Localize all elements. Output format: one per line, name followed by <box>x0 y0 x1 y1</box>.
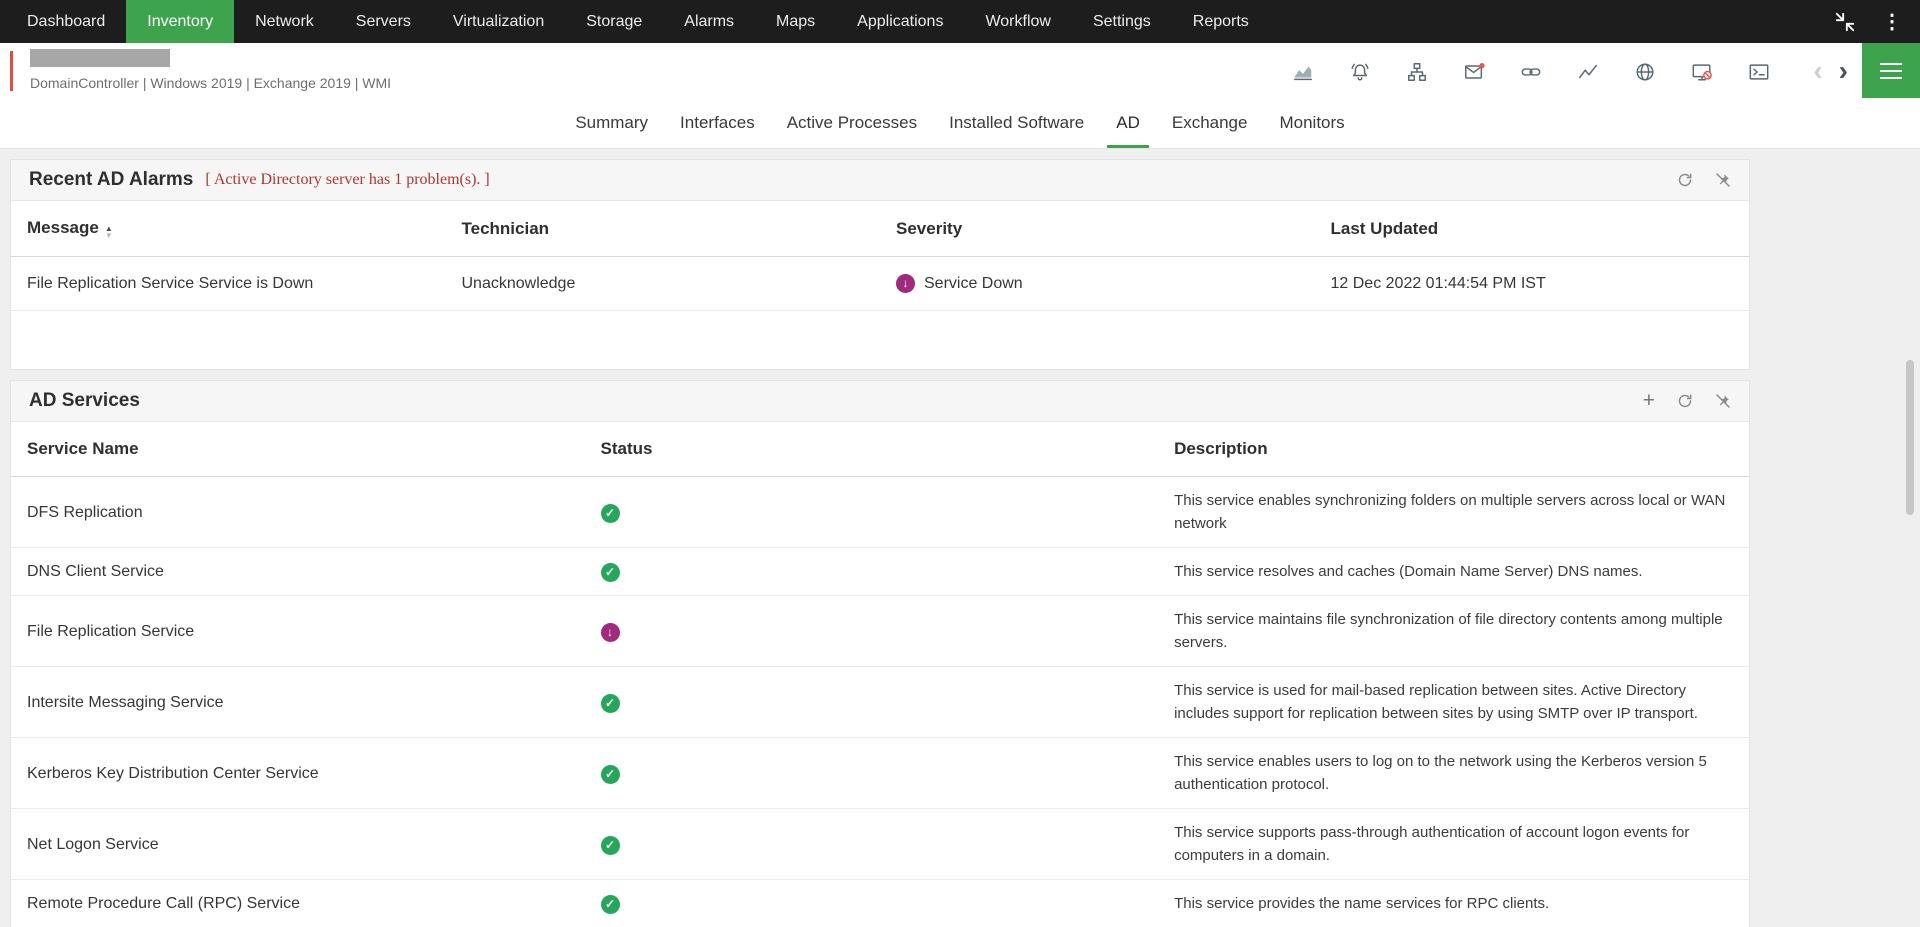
unpin-icon[interactable] <box>1715 172 1731 188</box>
status-up-icon: ✓ <box>601 836 620 855</box>
refresh-icon[interactable] <box>1677 393 1693 409</box>
status-up-icon: ✓ <box>601 504 620 523</box>
nav-item-applications[interactable]: Applications <box>836 0 964 43</box>
device-tabbar: Summary Interfaces Active Processes Inst… <box>0 98 1920 149</box>
nav-item-alarms[interactable]: Alarms <box>663 0 755 43</box>
service-description: This service resolves and caches (Domain… <box>1158 548 1749 596</box>
ad-service-row[interactable]: Intersite Messaging Service ✓ This servi… <box>11 667 1749 738</box>
alarm-last-updated: 12 Dec 2022 01:44:54 PM IST <box>1315 257 1750 311</box>
alarm-message: File Replication Service Service is Down <box>11 257 446 311</box>
terminal-icon[interactable] <box>1748 61 1770 83</box>
tab-summary[interactable]: Summary <box>566 98 657 148</box>
column-header-last-updated[interactable]: Last Updated <box>1315 201 1750 257</box>
service-description: This service enables users to log on to … <box>1158 738 1749 809</box>
status-up-icon: ✓ <box>601 563 620 582</box>
tab-exchange[interactable]: Exchange <box>1163 98 1257 148</box>
service-name: File Replication Service <box>11 596 585 667</box>
tab-active-processes[interactable]: Active Processes <box>778 98 926 148</box>
nav-item-workflow[interactable]: Workflow <box>964 0 1072 43</box>
nav-item-storage[interactable]: Storage <box>565 0 663 43</box>
device-pager: ‹ › <box>1813 57 1848 85</box>
nav-item-dashboard[interactable]: Dashboard <box>6 0 126 43</box>
service-description: This service is used for mail-based repl… <box>1158 667 1749 738</box>
device-name-redacted <box>30 49 170 67</box>
column-header-severity[interactable]: Severity <box>880 201 1315 257</box>
area-chart-icon[interactable] <box>1292 61 1314 83</box>
service-name: DNS Client Service <box>11 548 585 596</box>
alarm-bell-icon[interactable] <box>1349 61 1371 83</box>
nav-item-reports[interactable]: Reports <box>1172 0 1270 43</box>
ad-services-panel: AD Services + Service Name Status Descri… <box>10 380 1750 927</box>
status-up-icon: ✓ <box>601 895 620 914</box>
alarm-technician: Unacknowledge <box>446 257 881 311</box>
tab-installed-software[interactable]: Installed Software <box>940 98 1093 148</box>
ad-service-row[interactable]: Remote Procedure Call (RPC) Service ✓ Th… <box>11 880 1749 927</box>
severity-down-icon: ↓ <box>896 274 915 293</box>
status-up-icon: ✓ <box>601 694 620 713</box>
vertical-scrollbar[interactable] <box>1906 360 1914 515</box>
column-header-service-name: Service Name <box>11 422 585 477</box>
device-header: DomainController | Windows 2019 | Exchan… <box>0 43 1920 98</box>
ad-service-row[interactable]: DNS Client Service ✓ This service resolv… <box>11 548 1749 596</box>
nav-item-virtualization[interactable]: Virtualization <box>432 0 565 43</box>
ad-services-table: Service Name Status Description DFS Repl… <box>11 422 1749 927</box>
ad-service-row[interactable]: Kerberos Key Distribution Center Service… <box>11 738 1749 809</box>
status-up-icon: ✓ <box>601 765 620 784</box>
alarm-severity-label: Service Down <box>924 272 1023 295</box>
severity-accent-bar <box>10 51 13 91</box>
tab-ad[interactable]: AD <box>1107 98 1149 148</box>
service-name: Remote Procedure Call (RPC) Service <box>11 880 585 927</box>
panel-title: Recent AD Alarms <box>29 169 193 191</box>
nav-item-network[interactable]: Network <box>234 0 335 43</box>
service-name: Intersite Messaging Service <box>11 667 585 738</box>
monitor-disabled-icon[interactable] <box>1691 61 1713 83</box>
link-icon[interactable] <box>1520 61 1542 83</box>
chevron-right-icon[interactable]: › <box>1839 57 1848 85</box>
nav-item-servers[interactable]: Servers <box>335 0 432 43</box>
service-name: Net Logon Service <box>11 809 585 880</box>
nav-item-settings[interactable]: Settings <box>1072 0 1172 43</box>
nav-item-maps[interactable]: Maps <box>755 0 836 43</box>
ad-service-row[interactable]: File Replication Service ↓ This service … <box>11 596 1749 667</box>
globe-icon[interactable] <box>1634 61 1656 83</box>
unpin-icon[interactable] <box>1715 393 1731 409</box>
panel-title: AD Services <box>29 390 140 412</box>
sort-icon: ▲▼ <box>105 225 113 239</box>
service-description: This service supports pass-through authe… <box>1158 809 1749 880</box>
top-navbar: Dashboard Inventory Network Servers Virt… <box>0 0 1920 43</box>
empty-area <box>11 311 1749 369</box>
ad-service-row[interactable]: DFS Replication ✓ This service enables s… <box>11 477 1749 548</box>
nav-item-inventory[interactable]: Inventory <box>126 0 234 43</box>
device-toolbar <box>1292 61 1770 83</box>
chevron-left-icon[interactable]: ‹ <box>1813 57 1822 85</box>
breadcrumb: DomainController | Windows 2019 | Exchan… <box>30 75 391 91</box>
refresh-icon[interactable] <box>1677 172 1693 188</box>
collapse-fullscreen-icon[interactable] <box>1834 11 1856 33</box>
alarm-row[interactable]: File Replication Service Service is Down… <box>11 257 1749 311</box>
service-description: This service enables synchronizing folde… <box>1158 477 1749 548</box>
status-down-icon: ↓ <box>601 623 620 642</box>
add-icon[interactable]: + <box>1643 392 1655 410</box>
line-chart-icon[interactable] <box>1577 61 1599 83</box>
ad-problem-alert: [ Active Directory server has 1 problem(… <box>205 171 489 189</box>
recent-ad-alarms-table: Message▲▼ Technician Severity Last Updat… <box>11 201 1749 311</box>
service-name: DFS Replication <box>11 477 585 548</box>
column-header-description: Description <box>1158 422 1749 477</box>
topology-icon[interactable] <box>1406 61 1428 83</box>
service-name: Kerberos Key Distribution Center Service <box>11 738 585 809</box>
tab-interfaces[interactable]: Interfaces <box>671 98 764 148</box>
main-content: Recent AD Alarms [ Active Directory serv… <box>0 149 1920 927</box>
recent-ad-alarms-panel: Recent AD Alarms [ Active Directory serv… <box>10 159 1750 370</box>
column-header-message[interactable]: Message▲▼ <box>11 201 446 257</box>
hamburger-menu-button[interactable] <box>1862 43 1920 98</box>
kebab-menu-icon[interactable]: ⋮ <box>1882 9 1902 34</box>
tab-monitors[interactable]: Monitors <box>1270 98 1353 148</box>
mail-notification-icon[interactable] <box>1463 61 1485 83</box>
service-description: This service maintains file synchronizat… <box>1158 596 1749 667</box>
column-header-technician[interactable]: Technician <box>446 201 881 257</box>
ad-service-row[interactable]: Net Logon Service ✓ This service support… <box>11 809 1749 880</box>
service-description: This service provides the name services … <box>1158 880 1749 927</box>
column-header-status: Status <box>585 422 1159 477</box>
